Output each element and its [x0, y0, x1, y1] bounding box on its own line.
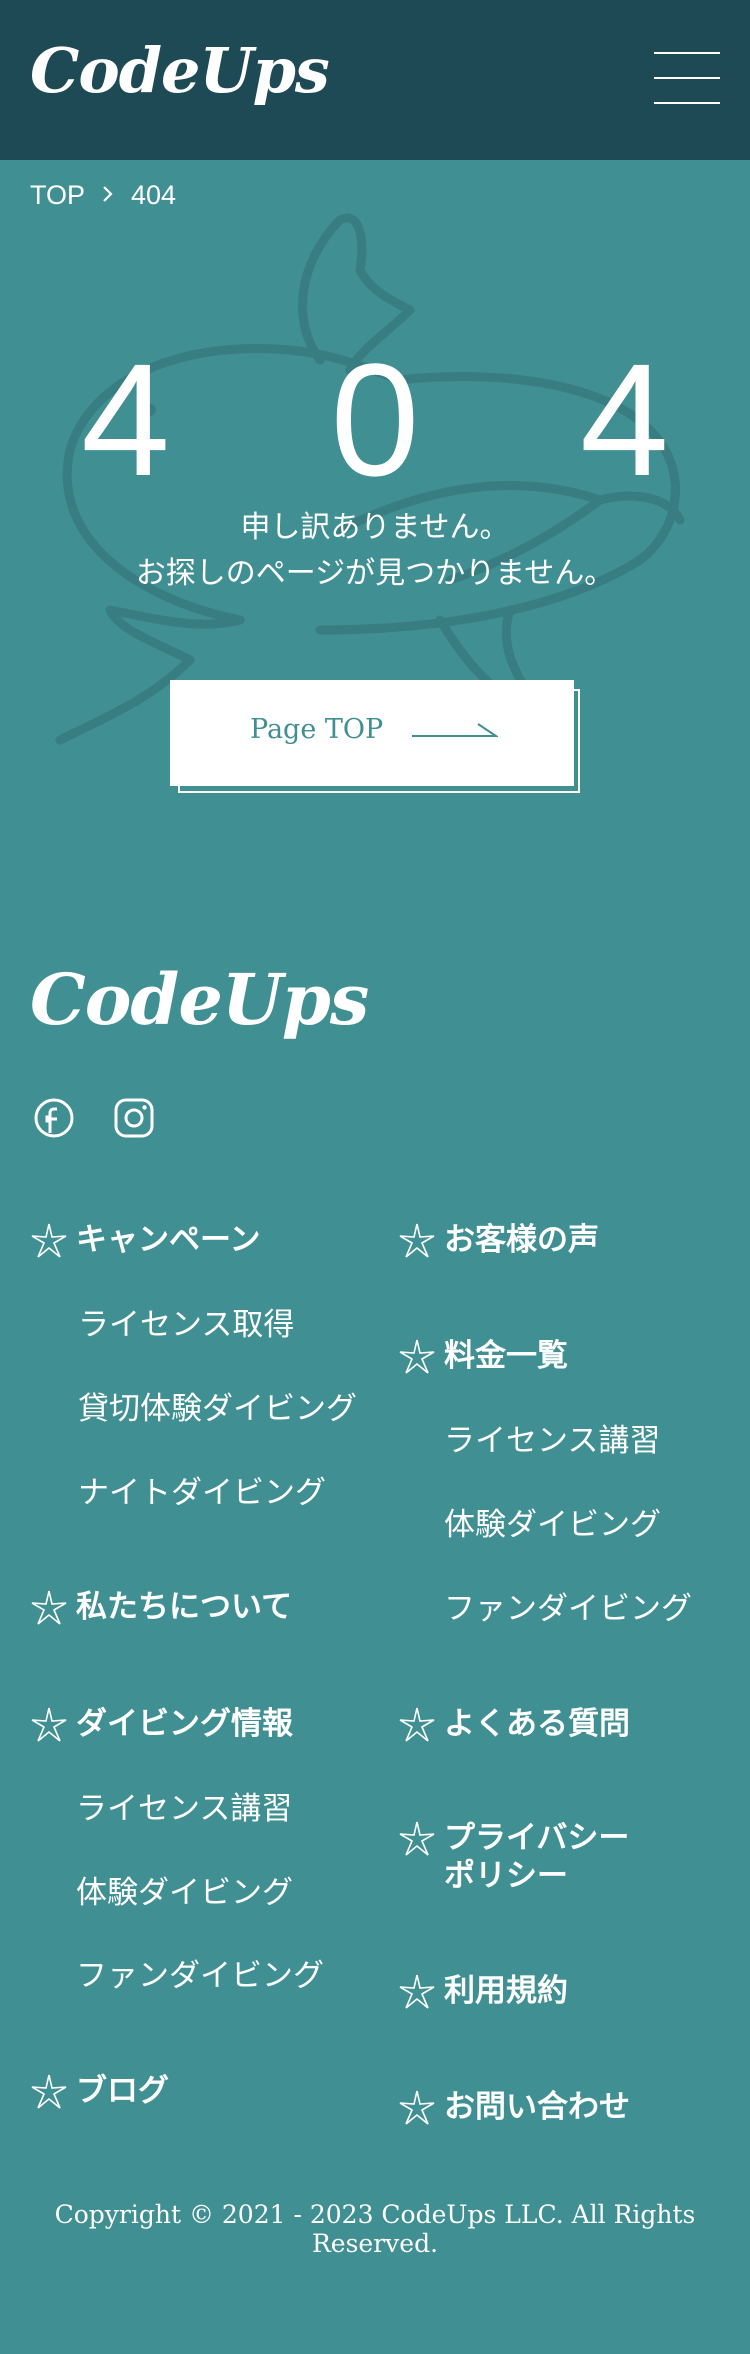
footer-nav-sub-link[interactable]: ライセンス講習: [76, 1789, 292, 1829]
starfish-icon: [399, 2090, 435, 2125]
footer-nav-privacy[interactable]: プライバシー ポリシー: [398, 1819, 629, 1895]
footer-nav-privacy-line1: プライバシー: [444, 1820, 630, 1856]
site-header: CodeUps: [0, 0, 750, 160]
footer-nav-privacy-label: プライバシー ポリシー: [444, 1819, 629, 1895]
error-code: 4 0 4: [81, 330, 727, 509]
starfish-icon: [399, 1974, 435, 2009]
footer-nav-about-label: 私たちについて: [76, 1589, 293, 1625]
starfish-icon: [31, 1707, 67, 1742]
page-top-button-label: Page TOP: [250, 714, 384, 745]
footer-nav-sub-link[interactable]: ライセンス講習: [444, 1421, 660, 1461]
footer-nav-sub-link[interactable]: ナイトダイビング: [78, 1473, 326, 1513]
starfish-icon: [31, 1223, 67, 1258]
footer-nav-voice-label: お客様の声: [444, 1222, 599, 1258]
starfish-icon: [399, 1339, 435, 1374]
footer-nav-about[interactable]: 私たちについて: [30, 1588, 292, 1627]
footer-nav-campaign[interactable]: キャンペーン: [30, 1221, 260, 1260]
starfish-icon: [31, 2074, 67, 2109]
footer-nav-contact-label: お問い合わせ: [444, 2089, 630, 2125]
instagram-icon[interactable]: [113, 1097, 155, 1139]
starfish-icon: [399, 1223, 435, 1258]
footer-nav-blog-label: ブログ: [76, 2073, 169, 2109]
error-message-line1: 申し訳ありません。: [240, 510, 510, 545]
starfish-icon: [399, 1707, 435, 1742]
footer-nav-diving-info[interactable]: ダイビング情報: [30, 1705, 293, 1744]
footer-nav-terms-label: 利用規約: [444, 1973, 568, 2009]
footer-nav-terms[interactable]: 利用規約: [398, 1972, 568, 2011]
starfish-icon: [31, 1590, 67, 1625]
footer-nav-campaign-label: キャンペーン: [76, 1222, 261, 1258]
footer-nav-faq[interactable]: よくある質問: [398, 1705, 630, 1744]
arrow-right-icon: [412, 723, 498, 737]
error-message-line2: お探しのページが見つかりません。: [135, 556, 615, 591]
footer-nav-sub-link[interactable]: ファンダイビング: [444, 1589, 692, 1629]
page-top-button[interactable]: Page TOP: [170, 680, 574, 786]
footer-nav-voice[interactable]: お客様の声: [398, 1221, 599, 1260]
footer-nav-sub-link[interactable]: 体験ダイビング: [444, 1505, 661, 1545]
footer-nav-sub-link[interactable]: ファンダイビング: [76, 1956, 324, 1996]
footer-nav-blog[interactable]: ブログ: [30, 2072, 169, 2111]
footer-nav-price-label: 料金一覧: [444, 1338, 568, 1374]
footer-nav-sub-link[interactable]: ライセンス取得: [78, 1305, 294, 1345]
copyright: Copyright © 2021 - 2023 CodeUps LLC. All…: [54, 2200, 696, 2258]
footer-nav-price[interactable]: 料金一覧: [398, 1337, 568, 1376]
hamburger-menu-icon[interactable]: [654, 52, 720, 106]
footer-nav-faq-label: よくある質問: [444, 1706, 630, 1742]
footer-nav-diving-info-label: ダイビング情報: [76, 1706, 293, 1742]
facebook-icon[interactable]: [33, 1097, 75, 1139]
footer-nav-sub-link[interactable]: 貸切体験ダイビング: [78, 1389, 357, 1429]
footer-logo[interactable]: CodeUps: [30, 958, 369, 1041]
site-logo[interactable]: CodeUps: [30, 34, 330, 107]
footer-nav-sub-link[interactable]: 体験ダイビング: [76, 1873, 293, 1913]
starfish-icon: [399, 1821, 435, 1856]
footer-nav-privacy-line2: ポリシー: [444, 1858, 568, 1894]
footer-nav-contact[interactable]: お問い合わせ: [398, 2088, 630, 2127]
